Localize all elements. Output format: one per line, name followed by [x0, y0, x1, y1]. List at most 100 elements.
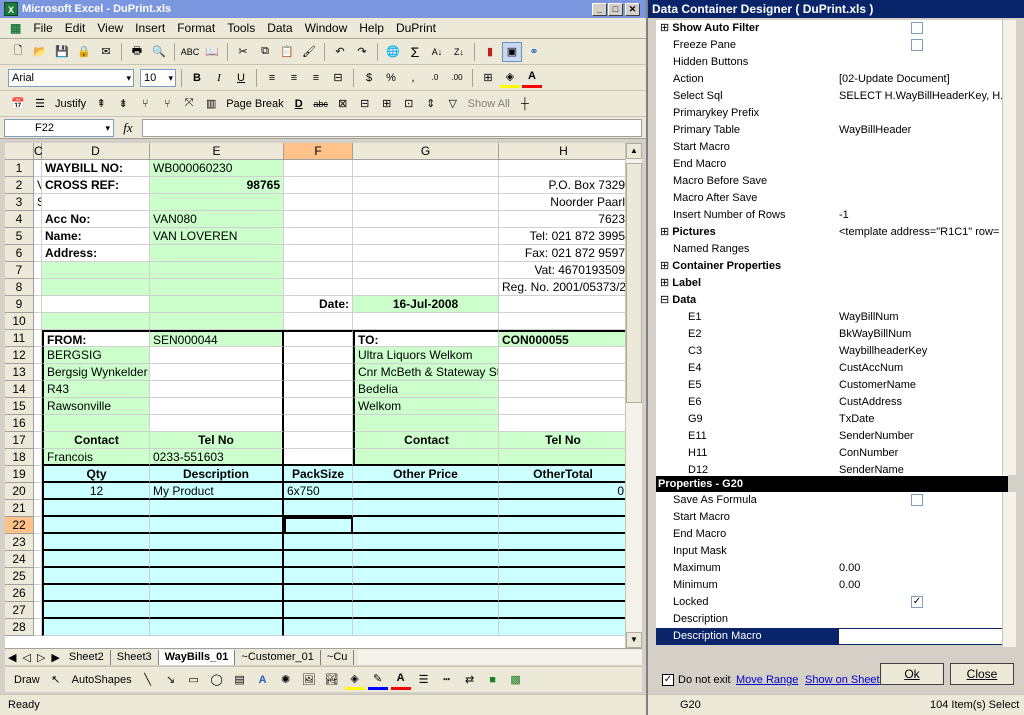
- diagram-icon[interactable]: ✺: [276, 670, 296, 690]
- cell-h7[interactable]: Vat: 4670193509: [499, 262, 625, 279]
- arrow-style-icon[interactable]: ⇄: [460, 670, 480, 690]
- cell-c10[interactable]: [34, 313, 42, 330]
- cell-f16[interactable]: [284, 415, 353, 432]
- line-icon[interactable]: ╲: [138, 670, 158, 690]
- cell-c2[interactable]: V: [34, 177, 42, 194]
- cell-g15[interactable]: Welkom: [353, 398, 499, 415]
- cell-f27[interactable]: [284, 602, 353, 619]
- paste-icon[interactable]: 📋: [277, 42, 297, 62]
- sort-ascending-icon[interactable]: A↓: [427, 42, 447, 62]
- cell-c7[interactable]: [34, 262, 42, 279]
- row-header[interactable]: 25: [5, 568, 34, 585]
- cell-d27[interactable]: [42, 602, 150, 619]
- autosum-icon[interactable]: Σ: [405, 42, 425, 62]
- print-preview-icon[interactable]: 🔍: [149, 42, 169, 62]
- do-not-exit-checkbox[interactable]: ✓: [662, 674, 674, 686]
- row-header[interactable]: 5: [5, 228, 34, 245]
- col-header-f[interactable]: F: [284, 143, 353, 160]
- scroll-up-icon[interactable]: ▲: [626, 143, 642, 159]
- property-checkbox[interactable]: ✓: [911, 596, 923, 608]
- cell-f28[interactable]: [284, 619, 353, 636]
- row-header[interactable]: 14: [5, 381, 34, 398]
- cell-c8[interactable]: [34, 279, 42, 296]
- cell-e7[interactable]: [150, 262, 284, 279]
- cell-f24[interactable]: [284, 551, 353, 568]
- show-all-button[interactable]: Show All: [465, 94, 513, 114]
- autoshapes-menu[interactable]: AutoShapes: [69, 670, 135, 690]
- cell-d17[interactable]: Contact: [42, 432, 150, 449]
- cell-c14[interactable]: [34, 381, 42, 398]
- tab-sheet2[interactable]: Sheet2: [63, 649, 111, 665]
- cell-f17[interactable]: [284, 432, 353, 449]
- cell-g12[interactable]: Ultra Liquors Welkom: [353, 347, 499, 364]
- cell-c26[interactable]: [34, 585, 42, 602]
- tab-prev-icon[interactable]: ◁: [19, 651, 33, 664]
- cell-e3[interactable]: [150, 194, 284, 211]
- undo-icon[interactable]: ↶: [330, 42, 350, 62]
- cell-e4[interactable]: VAN080: [150, 211, 284, 228]
- property-row[interactable]: E5 CustomerName: [656, 377, 1008, 394]
- property-value[interactable]: 0.00: [839, 560, 1007, 577]
- property-value[interactable]: ConNumber: [839, 445, 1007, 462]
- col-header-d[interactable]: D: [42, 143, 150, 160]
- hyperlink-icon[interactable]: 🌐: [383, 42, 403, 62]
- bold-button[interactable]: B: [187, 68, 207, 88]
- shadow-icon[interactable]: ■: [483, 670, 503, 690]
- decrease-decimal-icon[interactable]: .00: [447, 68, 467, 88]
- ok-button[interactable]: Ok: [880, 663, 944, 685]
- cell-d21[interactable]: [42, 500, 150, 517]
- menu-edit[interactable]: Edit: [59, 21, 92, 35]
- menu-duprint[interactable]: DuPrint: [390, 21, 442, 35]
- cell-h12[interactable]: [499, 347, 625, 364]
- wordart-icon[interactable]: A: [253, 670, 273, 690]
- open-icon[interactable]: 📂: [30, 42, 50, 62]
- cell-e27[interactable]: [150, 602, 284, 619]
- row-header[interactable]: 19: [5, 466, 34, 483]
- property-row[interactable]: Macro After Save: [656, 190, 1008, 207]
- property-row[interactable]: G9 TxDate: [656, 411, 1008, 428]
- cell-h21[interactable]: [499, 500, 625, 517]
- cell-d22[interactable]: [42, 517, 150, 534]
- property-row[interactable]: Freeze Pane: [656, 37, 1008, 54]
- row-header[interactable]: 21: [5, 500, 34, 517]
- menu-file[interactable]: File: [27, 21, 58, 35]
- cell-e22[interactable]: [150, 517, 284, 534]
- cell-e13[interactable]: [150, 364, 284, 381]
- cell-props-scrollbar[interactable]: [1002, 492, 1016, 647]
- cell-h8[interactable]: Reg. No. 2001/05373/23: [499, 279, 625, 296]
- hscrollbar[interactable]: [358, 649, 642, 665]
- cell-h24[interactable]: [499, 551, 625, 568]
- cell-g7[interactable]: [353, 262, 499, 279]
- copy-icon[interactable]: ⧉: [255, 42, 275, 62]
- row-header[interactable]: 28: [5, 619, 34, 636]
- tab-waybills[interactable]: WayBills_01: [158, 649, 236, 665]
- property-row[interactable]: Pictures <template address="R1C1" row=: [656, 224, 1008, 241]
- cell-d5[interactable]: Name:: [42, 228, 150, 245]
- cell-d1[interactable]: WAYBILL NO:: [42, 160, 150, 177]
- designer-scrollbar[interactable]: [1002, 20, 1016, 475]
- borders-icon[interactable]: ⊞: [478, 68, 498, 88]
- property-value[interactable]: BkWayBillNum: [839, 326, 1007, 343]
- cell-c16[interactable]: [34, 415, 42, 432]
- fx-icon[interactable]: fx: [118, 120, 138, 136]
- menu-help[interactable]: Help: [353, 21, 390, 35]
- menu-data[interactable]: Data: [261, 21, 298, 35]
- fork2-icon[interactable]: ⑂: [157, 94, 177, 114]
- cell-d3[interactable]: [42, 194, 150, 211]
- row-header[interactable]: 15: [5, 398, 34, 415]
- line-style-icon[interactable]: ☰: [414, 670, 434, 690]
- property-checkbox[interactable]: [911, 22, 923, 34]
- property-row[interactable]: Container Properties: [656, 258, 1008, 275]
- cell-c3[interactable]: S: [34, 194, 42, 211]
- menu-window[interactable]: Window: [299, 21, 354, 35]
- increase-decimal-icon[interactable]: .0: [425, 68, 445, 88]
- cell-e28[interactable]: [150, 619, 284, 636]
- row-header[interactable]: 22: [5, 517, 34, 534]
- distribute-icon[interactable]: ⊞: [377, 94, 397, 114]
- cell-d4[interactable]: Acc No:: [42, 211, 150, 228]
- cell-e5[interactable]: VAN LOVEREN: [150, 228, 284, 245]
- row-header[interactable]: 9: [5, 296, 34, 313]
- cell-c19[interactable]: [34, 466, 42, 483]
- property-row[interactable]: Select Sql SELECT H.WayBillHeaderKey, H.W: [656, 88, 1008, 105]
- designer-icon[interactable]: ▣: [502, 41, 522, 62]
